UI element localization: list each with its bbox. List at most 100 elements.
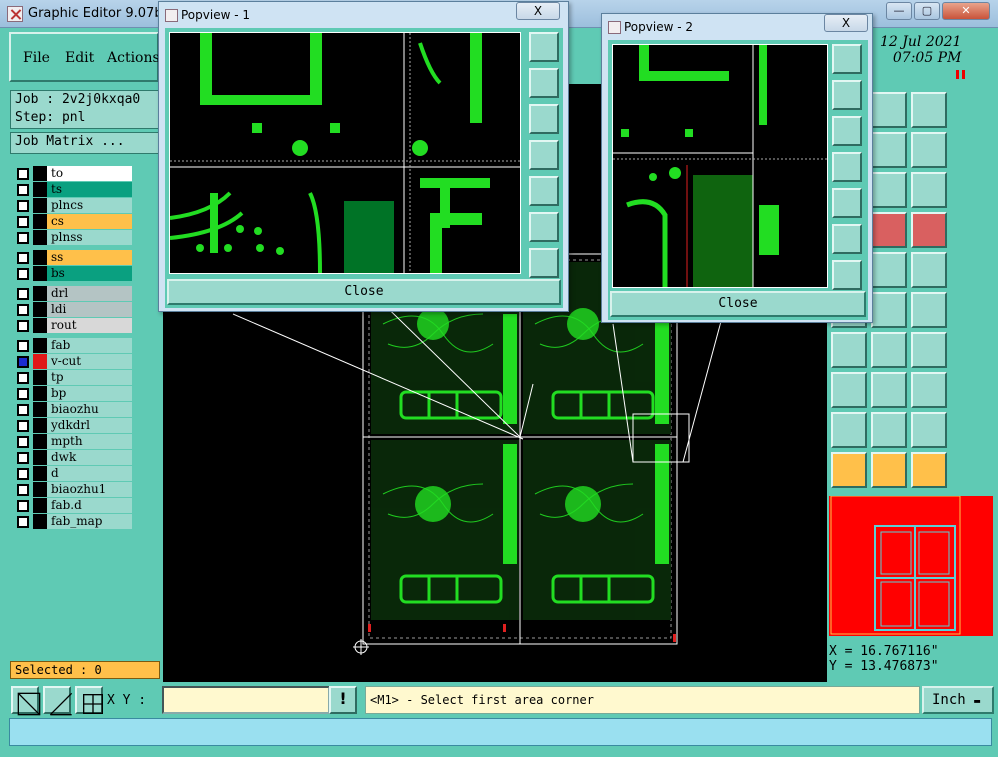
pan-up-icon[interactable] xyxy=(832,80,862,110)
layer-row[interactable]: fab.d xyxy=(14,498,132,513)
rotate-12-icon[interactable] xyxy=(911,132,947,168)
zoom-area-icon[interactable] xyxy=(11,686,41,716)
zoom-in-icon[interactable] xyxy=(529,212,559,242)
layer-checkbox[interactable] xyxy=(17,319,29,332)
layer-checkbox[interactable] xyxy=(17,251,29,264)
profile-red2-icon[interactable] xyxy=(911,212,947,248)
pin-add-icon[interactable] xyxy=(871,292,907,328)
measure-icon[interactable] xyxy=(43,686,73,716)
layer-checkbox[interactable] xyxy=(17,387,29,400)
layer-row[interactable]: cs xyxy=(14,214,132,229)
layer-row[interactable]: ydkdrl xyxy=(14,418,132,433)
pointer-2-icon[interactable] xyxy=(871,452,907,488)
layer-checkbox[interactable] xyxy=(17,419,29,432)
layer-checkbox[interactable] xyxy=(17,355,29,368)
layer-checkbox[interactable] xyxy=(17,403,29,416)
layer-checkbox[interactable] xyxy=(17,435,29,448)
layer-checkbox[interactable] xyxy=(17,267,29,280)
overview-minimap[interactable] xyxy=(829,495,993,636)
zoom-in-icon[interactable] xyxy=(832,224,862,254)
layer-checkbox[interactable] xyxy=(17,451,29,464)
close-window-button[interactable]: ✕ xyxy=(942,2,990,20)
arc-icon[interactable] xyxy=(911,332,947,368)
pan-down-icon[interactable] xyxy=(832,116,862,146)
rotate-12-icon[interactable] xyxy=(871,172,907,208)
line-h-icon[interactable] xyxy=(871,372,907,408)
layer-row[interactable]: fab_map xyxy=(14,514,132,529)
popview-1-canvas[interactable] xyxy=(169,32,521,274)
grid-icon[interactable] xyxy=(75,686,103,714)
layer-row[interactable]: bs xyxy=(14,266,132,281)
layer-row[interactable]: plncs xyxy=(14,198,132,213)
zoom-fit-icon[interactable] xyxy=(832,44,862,74)
popview-2-canvas[interactable] xyxy=(612,44,828,288)
layer-checkbox[interactable] xyxy=(17,199,29,212)
job-matrix-button[interactable]: Job Matrix ... xyxy=(10,132,160,154)
menu-edit[interactable]: Edit xyxy=(65,50,94,66)
unit-select[interactable]: Inch ▬ xyxy=(922,686,994,714)
profile-red-icon[interactable] xyxy=(871,212,907,248)
pointer-icon[interactable] xyxy=(831,452,867,488)
ruler-icon[interactable] xyxy=(871,252,907,288)
edit-line-icon[interactable] xyxy=(871,332,907,368)
layer-row[interactable]: ldi xyxy=(14,302,132,317)
help-icon[interactable] xyxy=(911,172,947,208)
menu-file[interactable]: File xyxy=(23,50,50,66)
layer-checkbox[interactable] xyxy=(17,215,29,228)
pan-left-icon[interactable] xyxy=(529,140,559,170)
layer-row[interactable]: d xyxy=(14,466,132,481)
popview-1-close-button[interactable]: Close xyxy=(167,279,561,305)
layer-checkbox[interactable] xyxy=(17,467,29,480)
triangle-icon[interactable] xyxy=(831,412,867,448)
layer-row[interactable]: biaozhu1 xyxy=(14,482,132,497)
triangle-3-icon[interactable] xyxy=(911,412,947,448)
alert-icon[interactable]: ! xyxy=(329,686,357,714)
popview-1-close-x[interactable]: X xyxy=(516,2,560,20)
layer-checkbox[interactable] xyxy=(17,167,29,180)
layer-checkbox[interactable] xyxy=(17,371,29,384)
pad-select-icon[interactable] xyxy=(831,372,867,408)
layer-row[interactable]: dwk xyxy=(14,450,132,465)
zoom-out-icon[interactable] xyxy=(832,260,862,290)
pad-icon[interactable] xyxy=(911,252,947,288)
minimize-button[interactable]: — xyxy=(886,2,912,20)
triangle-2-icon[interactable] xyxy=(871,412,907,448)
layer-checkbox[interactable] xyxy=(17,303,29,316)
layer-row[interactable]: mpth xyxy=(14,434,132,449)
pan-up-icon[interactable] xyxy=(529,68,559,98)
zoom-out-icon[interactable] xyxy=(529,248,559,278)
layer-checkbox[interactable] xyxy=(17,499,29,512)
pan-left-icon[interactable] xyxy=(832,152,862,182)
pan-down-icon[interactable] xyxy=(529,104,559,134)
layer-row[interactable]: drl xyxy=(14,286,132,301)
pan-right-icon[interactable] xyxy=(832,188,862,218)
layer-checkbox[interactable] xyxy=(17,287,29,300)
angle-icon[interactable] xyxy=(831,332,867,368)
layer-row[interactable]: biaozhu xyxy=(14,402,132,417)
layer-row[interactable]: plnss xyxy=(14,230,132,245)
popview-2-close-button[interactable]: Close xyxy=(610,291,866,317)
layer-row[interactable]: to xyxy=(14,166,132,181)
layer-checkbox[interactable] xyxy=(17,483,29,496)
zoom-fit-icon[interactable] xyxy=(529,32,559,62)
layer-checkbox[interactable] xyxy=(17,339,29,352)
popview-2-close-x[interactable]: X xyxy=(824,14,868,32)
layer-row[interactable]: ss xyxy=(14,250,132,265)
layer-checkbox[interactable] xyxy=(17,515,29,528)
zoom-xy-icon[interactable] xyxy=(911,92,947,128)
layer-checkbox[interactable] xyxy=(17,231,29,244)
menu-actions[interactable]: Actions xyxy=(107,50,160,66)
pin-move-icon[interactable] xyxy=(911,292,947,328)
layer-row[interactable]: ts xyxy=(14,182,132,197)
measure-h-icon[interactable] xyxy=(911,372,947,408)
layer-row[interactable]: v-cut xyxy=(14,354,132,369)
snap-icon[interactable] xyxy=(871,132,907,168)
layer-checkbox[interactable] xyxy=(17,183,29,196)
layer-row[interactable]: rout xyxy=(14,318,132,333)
xy-input-field[interactable] xyxy=(162,686,330,714)
maximize-button[interactable]: ▢ xyxy=(914,2,940,20)
pointer-3-icon[interactable] xyxy=(911,452,947,488)
zoom-home-icon[interactable] xyxy=(871,92,907,128)
layer-row[interactable]: bp xyxy=(14,386,132,401)
layer-row[interactable]: tp xyxy=(14,370,132,385)
